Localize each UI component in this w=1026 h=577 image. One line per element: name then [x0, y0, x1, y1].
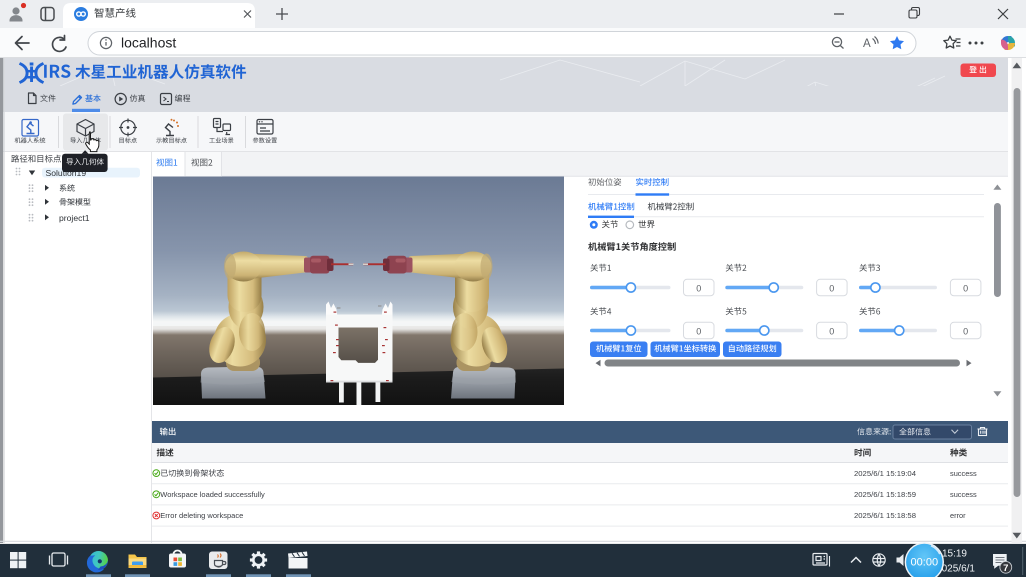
svg-text:7: 7 [1003, 563, 1008, 574]
svg-text:0: 0 [696, 283, 701, 293]
svg-text:error: error [950, 511, 966, 520]
svg-text:0: 0 [829, 283, 834, 293]
svg-text:A: A [863, 38, 871, 50]
svg-text:15:19: 15:19 [942, 549, 967, 560]
svg-text:Error deleting workspace: Error deleting workspace [160, 511, 243, 520]
svg-text:2025/6/1 15:18:58: 2025/6/1 15:18:58 [854, 511, 916, 520]
svg-text:0: 0 [963, 326, 968, 336]
svg-text:2025/6/1 15:19:04: 2025/6/1 15:19:04 [854, 469, 917, 478]
svg-text:Workspace loaded successfully: Workspace loaded successfully [160, 490, 265, 499]
svg-text:0: 0 [963, 283, 968, 293]
svg-text:0: 0 [696, 326, 701, 336]
svg-text:00:00: 00:00 [911, 557, 939, 569]
svg-text:success: success [950, 490, 977, 499]
svg-text:0: 0 [829, 326, 834, 336]
svg-text:2025/6/1 15:18:59: 2025/6/1 15:18:59 [854, 490, 916, 499]
svg-text:success: success [950, 469, 977, 478]
svg-text:localhost: localhost [121, 35, 176, 51]
svg-text:project1: project1 [59, 213, 90, 223]
